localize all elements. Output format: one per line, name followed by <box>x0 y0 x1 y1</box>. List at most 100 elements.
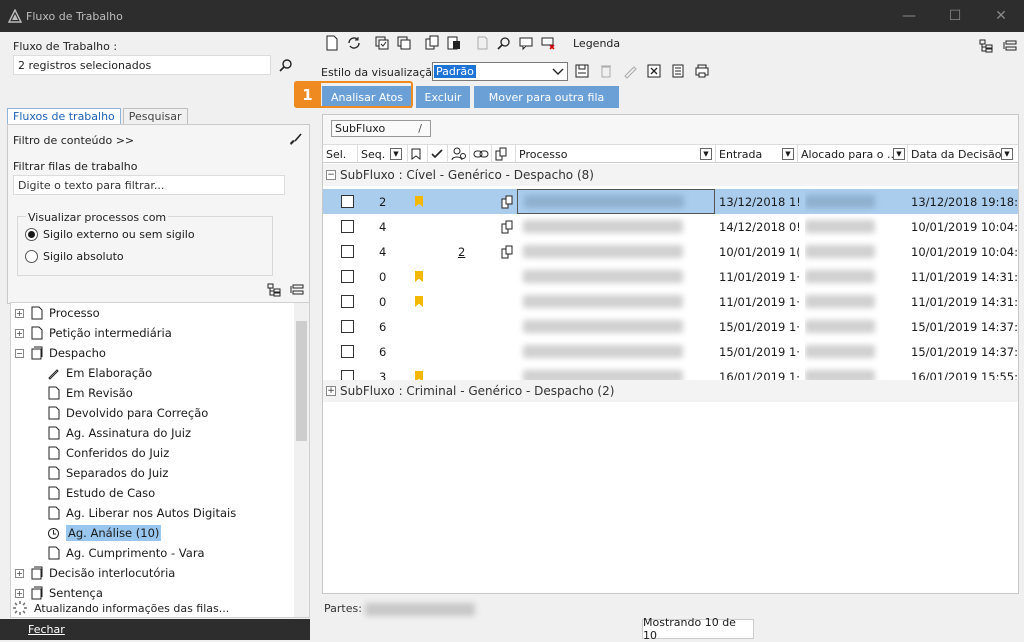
col-link[interactable] <box>470 145 492 163</box>
table-row[interactable]: 0 11/01/2019 1· 11/01/2019 14:31:4 <box>323 264 1018 289</box>
link-count[interactable]: 2 <box>458 239 470 264</box>
table-row[interactable]: 4 14/12/2018 0! 10/01/2019 10:04:1 <box>323 214 1018 239</box>
row-checkbox[interactable] <box>341 245 354 258</box>
row-checkbox[interactable] <box>341 270 354 283</box>
copy-icon[interactable] <box>424 35 440 51</box>
find-icon[interactable] <box>496 35 512 51</box>
tree-item[interactable]: − Despacho <box>15 343 106 363</box>
filter-dropdown-icon[interactable]: ▼ <box>390 148 402 160</box>
col-flag[interactable] <box>408 145 428 163</box>
list-view-icon[interactable] <box>1002 38 1018 54</box>
link-count[interactable] <box>458 289 470 314</box>
collapse-icon[interactable]: − <box>326 170 336 180</box>
save-icon[interactable] <box>574 63 590 79</box>
row-checkbox[interactable] <box>341 345 354 358</box>
tree-item[interactable]: Ag. Cumprimento - Vara <box>47 543 205 563</box>
estilo-select[interactable]: Padrão <box>432 62 568 81</box>
group-chip-subfluxo[interactable]: SubFluxo / <box>331 120 431 137</box>
filter-dropdown-icon[interactable]: ▼ <box>1001 148 1013 160</box>
row-checkbox[interactable] <box>341 195 354 208</box>
tree-item[interactable]: + Decisão interlocutória <box>15 563 175 583</box>
row-checkbox[interactable] <box>341 320 354 333</box>
excel-icon[interactable] <box>646 63 662 79</box>
expand-icon[interactable]: + <box>326 386 336 396</box>
document-icon <box>47 466 60 480</box>
tree-expander-icon[interactable]: + <box>15 588 24 598</box>
fechar-button[interactable]: Fechar <box>28 623 65 636</box>
status-text: Atualizando informações das filas... <box>34 601 230 615</box>
excluir-button[interactable]: Excluir <box>416 86 470 108</box>
tree-item[interactable]: Ag. Assinatura do Juiz <box>47 423 191 443</box>
tree-item[interactable]: Ag. Liberar nos Autos Digitais <box>47 503 236 523</box>
legenda-link[interactable]: Legenda <box>573 37 620 50</box>
check-all-icon[interactable] <box>374 35 390 51</box>
tree-expander-icon[interactable]: + <box>15 328 24 338</box>
scroll-thumb[interactable] <box>296 321 307 441</box>
table-row[interactable]: 6 15/01/2019 1· 15/01/2019 14:37:2 <box>323 314 1018 339</box>
tree-collapse-icon[interactable] <box>289 282 305 298</box>
search-icon[interactable] <box>278 58 294 74</box>
row-checkbox[interactable] <box>341 220 354 233</box>
tree-item[interactable]: Devolvido para Correção <box>47 403 208 423</box>
link-count[interactable] <box>458 214 470 239</box>
tree-item[interactable]: Em Revisão <box>47 383 133 403</box>
filtro-conteudo-link[interactable]: Filtro de conteúdo >> <box>13 134 134 147</box>
tree-item[interactable]: + Petição intermediária <box>15 323 172 343</box>
tree-view-icon[interactable] <box>978 38 994 54</box>
tree-scrollbar[interactable] <box>294 303 309 617</box>
report-icon[interactable] <box>670 63 686 79</box>
paste-icon[interactable] <box>446 35 462 51</box>
remove-comment-icon[interactable] <box>540 35 556 51</box>
link-count[interactable] <box>458 314 470 339</box>
col-sel[interactable]: Sel. <box>323 145 358 163</box>
tree-item[interactable]: Estudo de Caso <box>47 483 155 503</box>
table-row[interactable]: 4 2 10/01/2019 1(10/01/2019 10:04:1 <box>323 239 1018 264</box>
minimize-button[interactable]: — <box>886 0 932 32</box>
tree-item[interactable]: Em Elaboração <box>47 363 152 383</box>
tab-fluxos[interactable]: Fluxos de trabalho <box>7 108 121 125</box>
table-row[interactable]: 2 13/12/2018 1! 13/12/2018 19:18:0 <box>323 189 1018 214</box>
maximize-button[interactable]: ☐ <box>932 0 978 32</box>
tree-expand-icon[interactable] <box>266 282 282 298</box>
col-processo[interactable]: Processo ▼ <box>516 145 716 163</box>
group-row-civel[interactable]: − SubFluxo : Cível - Genérico - Despacho … <box>323 164 1018 186</box>
brush-icon[interactable] <box>288 132 304 148</box>
link-count[interactable] <box>458 264 470 289</box>
entrada-cell: 11/01/2019 1· <box>719 269 799 284</box>
fluxo-field[interactable]: 2 registros selecionados <box>13 55 271 75</box>
row-checkbox[interactable] <box>341 295 354 308</box>
col-users[interactable] <box>448 145 470 163</box>
tab-pesquisar[interactable]: Pesquisar <box>122 108 188 125</box>
col-clip[interactable] <box>492 145 516 163</box>
tree-expander-icon[interactable]: − <box>15 348 24 358</box>
tree-item[interactable]: Ag. Análise (10) <box>47 523 162 543</box>
col-entrada[interactable]: Entrada ▼ <box>716 145 798 163</box>
filter-dropdown-icon[interactable]: ▼ <box>782 148 794 160</box>
col-seq[interactable]: Seq. ▼ <box>358 145 408 163</box>
radio-sigilo-externo[interactable]: Sigilo externo ou sem sigilo <box>25 228 195 241</box>
close-button[interactable]: ✕ <box>978 0 1024 32</box>
link-count[interactable] <box>458 189 470 214</box>
tree-expander-icon[interactable]: + <box>15 568 24 578</box>
col-decisao[interactable]: Data da Decisão ▼ <box>908 145 1018 163</box>
col-alocado[interactable]: Alocado para o ... ▼ <box>798 145 908 163</box>
print-icon[interactable] <box>694 63 710 79</box>
tree-expander-icon[interactable]: + <box>15 308 24 318</box>
filter-dropdown-icon[interactable]: ▼ <box>893 148 905 160</box>
refresh-icon[interactable] <box>346 35 362 51</box>
new-document-icon[interactable] <box>324 35 340 51</box>
radio-sigilo-absoluto[interactable]: Sigilo absoluto <box>25 250 124 263</box>
tree-item[interactable]: Conferidos do Juiz <box>47 443 169 463</box>
col-check[interactable] <box>428 145 448 163</box>
filter-input[interactable]: Digite o texto para filtrar... <box>13 175 285 195</box>
filter-dropdown-icon[interactable]: ▼ <box>700 148 712 160</box>
group-row-criminal[interactable]: + SubFluxo : Criminal - Genérico - Despac… <box>323 380 1018 402</box>
tree-item[interactable]: + Processo <box>15 303 100 323</box>
table-row[interactable]: 6 15/01/2019 1· 15/01/2019 14:37:2 <box>323 339 1018 364</box>
table-row[interactable]: 0 11/01/2019 1· 11/01/2019 14:31:4 <box>323 289 1018 314</box>
tree-item[interactable]: Separados do Juiz <box>47 463 168 483</box>
comment-icon[interactable] <box>518 35 534 51</box>
mover-button[interactable]: Mover para outra fila <box>474 86 619 108</box>
link-count[interactable] <box>458 339 470 364</box>
uncheck-all-icon[interactable] <box>396 35 412 51</box>
